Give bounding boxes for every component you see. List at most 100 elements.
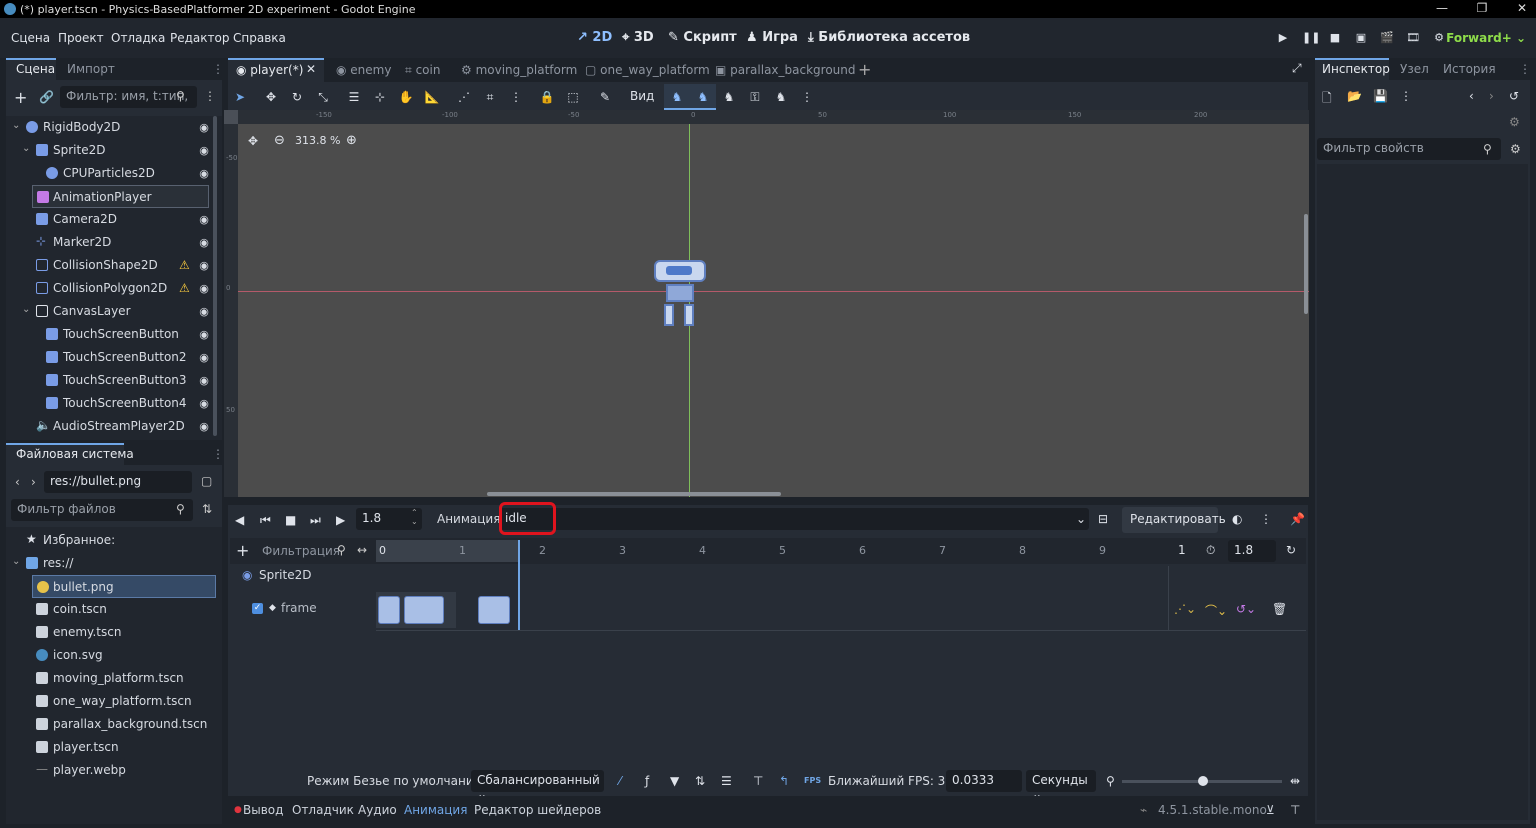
bezier-mode-select[interactable]: Сбалансированный ⌄ bbox=[471, 770, 604, 801]
menu-help[interactable]: Справка bbox=[233, 31, 286, 45]
tree-item-audiostreamplayer2d[interactable]: 🔈 AudioStreamPlayer2D ◉ bbox=[6, 415, 221, 438]
track-keys-area[interactable] bbox=[376, 592, 456, 628]
play-icon[interactable]: ▶ bbox=[1276, 31, 1290, 45]
select-mode-icon[interactable]: ➤ bbox=[231, 90, 249, 104]
visibility-eye-icon[interactable]: ◉ bbox=[198, 305, 210, 318]
menu-project[interactable]: Проект bbox=[58, 31, 104, 45]
loop-icon[interactable]: ↻ bbox=[1286, 543, 1296, 557]
tab-audio[interactable]: Аудио bbox=[358, 803, 397, 817]
keyframe-scale-icon[interactable]: ♞ bbox=[720, 90, 738, 104]
animation-select[interactable]: idle bbox=[499, 508, 1089, 530]
workspace-3d[interactable]: ⌖ 3D bbox=[622, 30, 654, 45]
track-enable-checkbox[interactable]: ✓ bbox=[252, 603, 263, 614]
autoplay-icon[interactable]: ⊟ bbox=[1098, 512, 1108, 526]
play-animation-icon[interactable]: ▶ bbox=[336, 513, 345, 527]
ruler-mode-icon[interactable]: 📐 bbox=[423, 90, 441, 104]
loop-wrap-icon[interactable]: ↺⌄ bbox=[1236, 602, 1256, 616]
play-backwards-icon[interactable]: ◀ bbox=[235, 513, 244, 527]
close-button[interactable]: ✕ bbox=[1514, 1, 1530, 15]
insert-key-icon[interactable]: ♞ bbox=[772, 90, 790, 104]
tab-shader-editor[interactable]: Редактор шейдеров bbox=[474, 803, 601, 817]
playhead[interactable] bbox=[518, 540, 520, 630]
warning-icon[interactable]: ⚠ bbox=[179, 258, 190, 272]
tab-filesystem[interactable]: Файловая система bbox=[16, 447, 134, 461]
movie-maker-icon[interactable]: ⚙ bbox=[1432, 31, 1446, 45]
maximize-button[interactable]: ❐ bbox=[1474, 1, 1490, 15]
track-filter-input[interactable]: Фильтрация bbox=[262, 544, 340, 558]
file-item[interactable]: icon.svg bbox=[6, 644, 221, 667]
file-item[interactable]: coin.tscn bbox=[6, 598, 221, 621]
snap-options-icon[interactable]: ⋮ bbox=[507, 90, 525, 104]
onion-skin-icon[interactable]: ◐ bbox=[1232, 512, 1242, 526]
snap-to-timeline-icon[interactable]: ↰ bbox=[779, 774, 789, 788]
zoom-out-icon[interactable]: ⊖ bbox=[274, 133, 285, 148]
file-item[interactable]: one_way_platform.tscn bbox=[6, 690, 221, 713]
history-forward-icon[interactable]: › bbox=[1489, 89, 1494, 103]
inspector-options-icon[interactable]: ⚙ bbox=[1510, 142, 1521, 156]
animation-length-input[interactable]: 1.8 bbox=[1228, 540, 1276, 562]
expand-panel-icon[interactable]: ⊤ bbox=[1290, 803, 1300, 817]
keyframe-thumbnail[interactable] bbox=[478, 596, 510, 624]
visibility-eye-icon[interactable]: ◉ bbox=[198, 328, 210, 341]
visibility-eye-icon[interactable]: ◉ bbox=[198, 167, 210, 180]
split-view-icon[interactable]: ▢ bbox=[201, 474, 212, 488]
slider-handle[interactable] bbox=[1198, 776, 1208, 786]
add-node-icon[interactable]: + bbox=[14, 88, 27, 107]
property-filter-input[interactable]: Фильтр свойств bbox=[1317, 138, 1501, 160]
visibility-eye-icon[interactable]: ◉ bbox=[198, 236, 210, 249]
viewport-hscrollbar[interactable] bbox=[487, 492, 781, 496]
file-item[interactable]: player.tscn bbox=[6, 736, 221, 759]
delete-track-icon[interactable]: 🗑 bbox=[1272, 602, 1287, 616]
tree-item-rigidbody2d[interactable]: ⌄ RigidBody2D ◉ bbox=[6, 116, 221, 139]
folder-res[interactable]: ⌄ res:// bbox=[6, 552, 221, 575]
workspace-assetlib[interactable]: ⤓ Библиотека ассетов bbox=[808, 30, 970, 45]
new-resource-icon[interactable]: 🗋 bbox=[1322, 89, 1332, 110]
tree-item-camera2d[interactable]: Camera2D ◉ bbox=[6, 208, 221, 231]
tab-node[interactable]: Узел bbox=[1400, 62, 1429, 76]
tree-item-touchscreenbutton2[interactable]: TouchScreenButton2 ◉ bbox=[6, 346, 221, 369]
tab-history[interactable]: История bbox=[1443, 62, 1496, 76]
remote-debug-icon[interactable]: ▣ bbox=[1354, 31, 1368, 45]
menu-scene[interactable]: Сцена bbox=[11, 31, 50, 45]
tab-one-way-platform[interactable]: ▢ one_way_platform bbox=[585, 63, 710, 77]
timeline-zoom-slider[interactable] bbox=[1122, 776, 1282, 786]
visibility-eye-icon[interactable]: ◉ bbox=[198, 374, 210, 387]
tree-item-canvaslayer[interactable]: ⌄ CanvasLayer ◉ bbox=[6, 300, 221, 323]
tab-moving-platform[interactable]: ⚙ moving_platform bbox=[461, 63, 577, 77]
fit-icon[interactable]: ⇹ bbox=[1290, 774, 1300, 788]
tab-player[interactable]: ◉ player(*) bbox=[236, 63, 303, 77]
visibility-eye-icon[interactable]: ◉ bbox=[198, 351, 210, 364]
tab-debugger[interactable]: Отладчик bbox=[292, 803, 354, 817]
file-item[interactable]: — player.webp bbox=[6, 759, 221, 782]
back-arrow-icon[interactable]: ‹ bbox=[15, 475, 20, 489]
key-snap-icon[interactable]: ⊤ bbox=[753, 774, 763, 788]
sort-icon[interactable]: ⇅ bbox=[202, 502, 212, 516]
file-item[interactable]: parallax_background.tscn bbox=[6, 713, 221, 736]
tree-item-collisionpolygon2d[interactable]: CollisionPolygon2D ⚠ ◉ bbox=[6, 277, 221, 300]
player-sprite[interactable] bbox=[654, 260, 706, 330]
dock-menu-icon[interactable]: ⋮ bbox=[212, 447, 224, 461]
visibility-eye-icon[interactable]: ◉ bbox=[198, 282, 210, 295]
minimize-button[interactable]: — bbox=[1434, 1, 1450, 15]
close-tab-icon[interactable]: ✕ bbox=[306, 62, 316, 76]
workspace-game[interactable]: ♟ Игра bbox=[746, 30, 798, 45]
fps-icon[interactable]: FPS bbox=[804, 776, 821, 785]
view-menu[interactable]: Вид bbox=[630, 89, 654, 103]
rotate-mode-icon[interactable]: ↻ bbox=[288, 90, 306, 104]
pivot-icon[interactable]: ⊹ bbox=[371, 90, 389, 104]
update-mode-icon[interactable]: ⋰⌄ bbox=[1174, 602, 1196, 616]
filter-icon[interactable]: ▼ bbox=[670, 774, 679, 788]
smart-snap-icon[interactable]: ⋰ bbox=[455, 90, 473, 104]
file-item[interactable]: enemy.tscn bbox=[6, 621, 221, 644]
function-icon[interactable]: ƒ bbox=[645, 774, 649, 788]
open-resource-icon[interactable]: 📂 bbox=[1347, 89, 1362, 103]
scale-mode-icon[interactable]: ⤡ bbox=[314, 90, 332, 104]
tab-inspector[interactable]: Инспектор bbox=[1322, 62, 1390, 76]
warning-icon[interactable]: ⚠ bbox=[179, 281, 190, 295]
tab-coin[interactable]: ⌗ coin bbox=[405, 63, 440, 78]
spin-arrows-icon[interactable]: ⌃ ⌄ bbox=[411, 508, 418, 526]
new-tab-icon[interactable]: + bbox=[858, 60, 871, 79]
forward-arrow-icon[interactable]: › bbox=[31, 475, 36, 489]
file-filter-input[interactable]: Фильтр файлов bbox=[11, 499, 193, 521]
visibility-eye-icon[interactable]: ◉ bbox=[198, 420, 210, 433]
